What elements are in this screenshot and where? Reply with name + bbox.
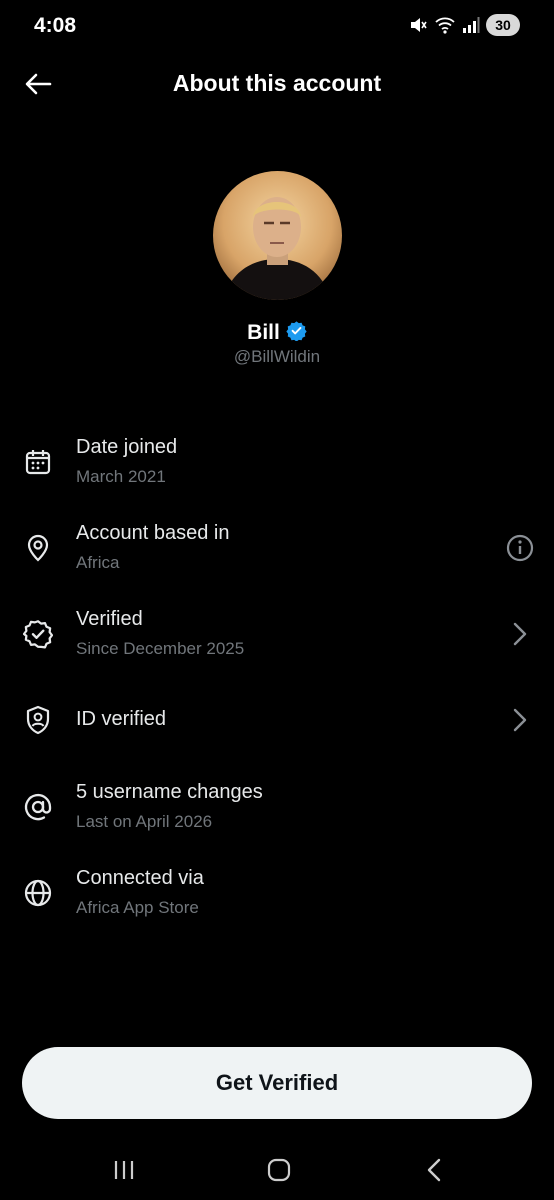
battery-icon: 30 [486, 14, 520, 36]
page-title: About this account [172, 70, 382, 96]
id-shield-icon [22, 704, 54, 736]
status-icons: 30 [408, 14, 520, 36]
info-row-username-changes: 5 username changes Last on April 2026 [0, 777, 554, 857]
profile-name: Bill [247, 321, 280, 344]
info-row-verified[interactable]: Verified Since December 2025 [0, 604, 554, 684]
row-subtitle: March 2021 [76, 467, 166, 486]
profile-name-row: Bill [0, 320, 554, 346]
location-pin-icon [22, 532, 54, 564]
profile-handle: @BillWildin [233, 347, 321, 366]
wifi-icon [434, 15, 456, 35]
row-title: Connected via [76, 867, 204, 889]
get-verified-button[interactable]: Get Verified [22, 1047, 532, 1119]
back-icon[interactable] [414, 1154, 454, 1186]
row-title: 5 username changes [76, 781, 263, 803]
info-row-connected-via: Connected via Africa App Store [0, 863, 554, 943]
row-title: Date joined [76, 436, 178, 458]
row-subtitle: Since December 2025 [76, 639, 245, 658]
system-nav-bar [0, 1140, 554, 1200]
row-title: Account based in [76, 522, 230, 544]
screen: 4:08 30 About this account Bill @BillWil… [0, 0, 554, 1200]
avatar[interactable] [213, 171, 342, 300]
row-title: Verified [76, 608, 143, 630]
recents-icon[interactable] [104, 1154, 144, 1186]
header: About this account [0, 56, 554, 114]
info-row-account-based-in: Account based in Africa [0, 518, 554, 598]
row-subtitle: Africa [76, 553, 120, 572]
info-row-id-verified[interactable]: ID verified [0, 690, 554, 770]
chevron-right-icon [504, 618, 536, 650]
row-title: ID verified [76, 708, 167, 730]
verified-badge-icon [286, 320, 307, 346]
mute-icon [408, 15, 428, 35]
at-sign-icon [22, 791, 54, 823]
info-icon[interactable] [504, 532, 536, 564]
info-row-date-joined: Date joined March 2021 [0, 432, 554, 512]
status-time: 4:08 [34, 14, 77, 37]
row-subtitle: Africa App Store [76, 898, 199, 917]
status-bar: 4:08 30 [0, 0, 554, 56]
globe-icon [22, 877, 54, 909]
chevron-right-icon [504, 704, 536, 736]
row-subtitle: Last on April 2026 [76, 812, 213, 831]
verified-badge-outline-icon [22, 618, 54, 650]
signal-icon [462, 16, 480, 34]
home-icon[interactable] [259, 1154, 299, 1186]
calendar-icon [22, 446, 54, 478]
